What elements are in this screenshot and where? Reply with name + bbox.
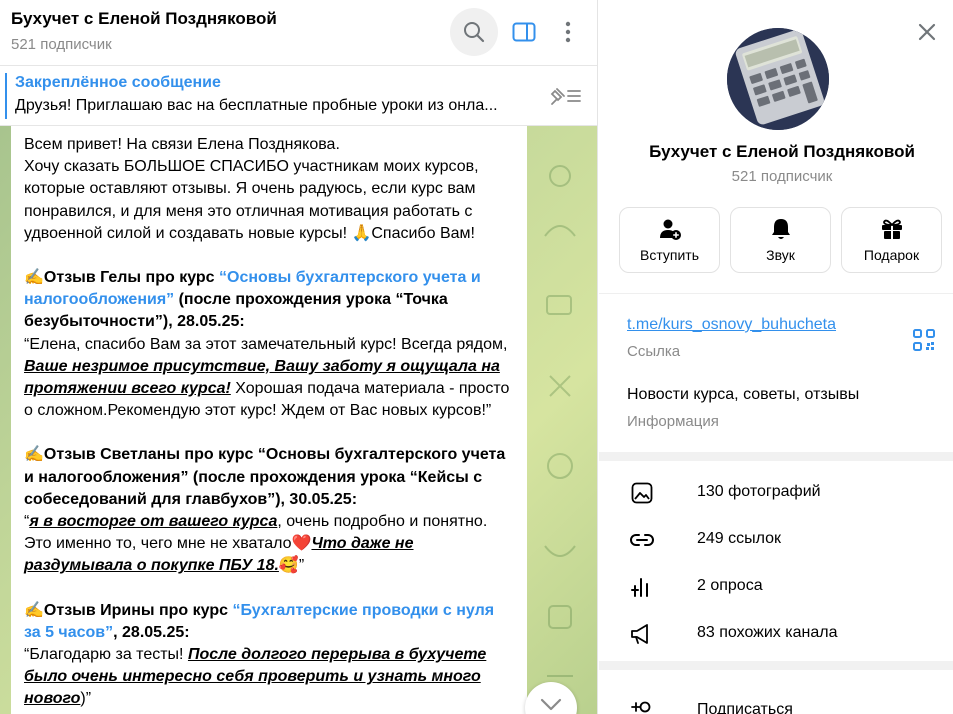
media-row-links[interactable]: 249 ссылок: [599, 517, 953, 563]
sidebar-toggle-icon: [512, 22, 536, 42]
photo-icon: [629, 481, 655, 505]
chevron-down-icon: [540, 698, 562, 711]
chat-title[interactable]: Бухучет с Еленой Поздняковой: [11, 9, 277, 29]
join-label: Вступить: [639, 247, 699, 263]
channel-subscriber-count: 521 подписчик: [731, 168, 833, 185]
gift-button[interactable]: Подарок: [841, 207, 942, 273]
review-1-body: “Елена, спасибо Вам за этот замечательны…: [24, 334, 515, 423]
chat-header[interactable]: Бухучет с Еленой Поздняковой 521 подписч…: [0, 0, 597, 66]
join-button[interactable]: Вступить: [619, 207, 720, 273]
channel-link-label: Ссылка: [627, 343, 681, 360]
wallpaper-doodles: [544, 165, 576, 677]
review-3-heading-pre: ✍️Отзыв Ирины про курс: [24, 601, 233, 619]
review-1-heading: ✍️Отзыв Гелы про курс “Основы бухгалтерс…: [24, 267, 515, 334]
calculator-image: [727, 28, 829, 130]
channel-info-panel: Бухучет с Еленой Поздняковой 521 подписч…: [599, 0, 953, 714]
more-vertical-icon: [565, 21, 571, 43]
review-3-body-pre: “Благодарю за тесты!: [24, 646, 188, 664]
channel-name: Бухучет с Еленой Поздняковой: [649, 142, 915, 161]
toggle-sidebar-button[interactable]: [500, 8, 548, 56]
media-row-photos[interactable]: 130 фотографий: [599, 470, 953, 516]
media-row-label: 130 фотографий: [697, 483, 821, 500]
pin-list-icon: [550, 88, 581, 105]
review-2-body-end: 🥰”: [278, 557, 305, 575]
review-2-body: “я в восторге от вашего курса, очень под…: [24, 511, 515, 578]
subscribe-row[interactable]: Подписаться: [599, 688, 953, 714]
media-row-label: 249 ссылок: [697, 530, 782, 547]
bell-icon: [771, 219, 790, 239]
channel-description: Новости курса, советы, отзывы: [627, 386, 860, 403]
sound-label: Звук: [766, 247, 795, 263]
pinned-indicator: [5, 73, 7, 119]
chat-pane: Всем привет! На связи Елена Позднякова. …: [0, 0, 598, 714]
review-3-heading: ✍️Отзыв Ирины про курс “Бухгалтерские пр…: [24, 600, 515, 644]
post-greeting: Всем привет! На связи Елена Позднякова.: [24, 136, 340, 153]
subscribe-section: Подписаться: [599, 670, 953, 714]
search-icon: [464, 22, 485, 43]
pinned-message-bar[interactable]: Закреплённое сообщение Друзья! Приглашаю…: [0, 66, 597, 126]
gift-label: Подарок: [863, 247, 920, 263]
review-2-emphasis-1: я в восторге от вашего курса: [29, 513, 278, 531]
subscribe-label: Подписаться: [697, 701, 793, 714]
pinned-list-button[interactable]: [547, 82, 583, 110]
shared-media-list: 130 фотографий 249 ссылок 2 опроса 83 по…: [599, 461, 953, 661]
channel-post: Всем привет! На связи Елена Позднякова. …: [11, 126, 527, 714]
add-user-icon: [659, 219, 681, 240]
review-1-body-pre: “Елена, спасибо Вам за этот замечательны…: [24, 335, 508, 353]
review-3-body-end: )”: [80, 690, 92, 708]
chat-subscriber-count: 521 подписчик: [11, 36, 112, 53]
channel-avatar[interactable]: [727, 28, 829, 130]
channel-details: t.me/kurs_osnovy_buhucheta Ссылка Новост…: [599, 293, 953, 452]
gift-icon: [881, 219, 902, 239]
search-button[interactable]: [450, 8, 498, 56]
pinned-title: Закреплённое сообщение: [15, 74, 221, 91]
media-row-label: 2 опроса: [697, 577, 763, 594]
qr-code-icon: [913, 329, 935, 351]
channel-link[interactable]: t.me/kurs_osnovy_buhucheta: [627, 316, 836, 334]
channel-profile: Бухучет с Еленой Поздняковой 521 подписч…: [599, 0, 953, 293]
review-3-body: “Благодарю за тесты! После долгого перер…: [24, 644, 515, 711]
megaphone-icon: [629, 622, 655, 646]
media-row-label: 83 похожих канала: [697, 624, 838, 641]
sound-button[interactable]: Звук: [730, 207, 831, 273]
pinned-text: Друзья! Приглашаю вас на бесплатные проб…: [15, 97, 498, 114]
review-3-heading-post: , 28.05.25:: [113, 623, 190, 641]
post-intro: Хочу сказать БОЛЬШОЕ СПАСИБО участникам …: [24, 158, 479, 242]
channel-description-label: Информация: [627, 413, 719, 430]
media-row-polls[interactable]: 2 опроса: [599, 564, 953, 610]
qr-code-button[interactable]: [912, 328, 936, 352]
add-user-icon: [629, 699, 655, 714]
review-2-heading: ✍️Отзыв Светланы про курс “Основы бухгал…: [24, 446, 506, 508]
close-button[interactable]: [911, 16, 943, 48]
poll-icon: [629, 575, 655, 599]
close-icon: [918, 23, 936, 41]
link-icon: [629, 528, 655, 552]
media-row-similar-channels[interactable]: 83 похожих канала: [599, 611, 953, 657]
review-1-heading-pre: ✍️Отзыв Гелы про курс: [24, 269, 219, 287]
more-options-button[interactable]: [544, 8, 592, 56]
